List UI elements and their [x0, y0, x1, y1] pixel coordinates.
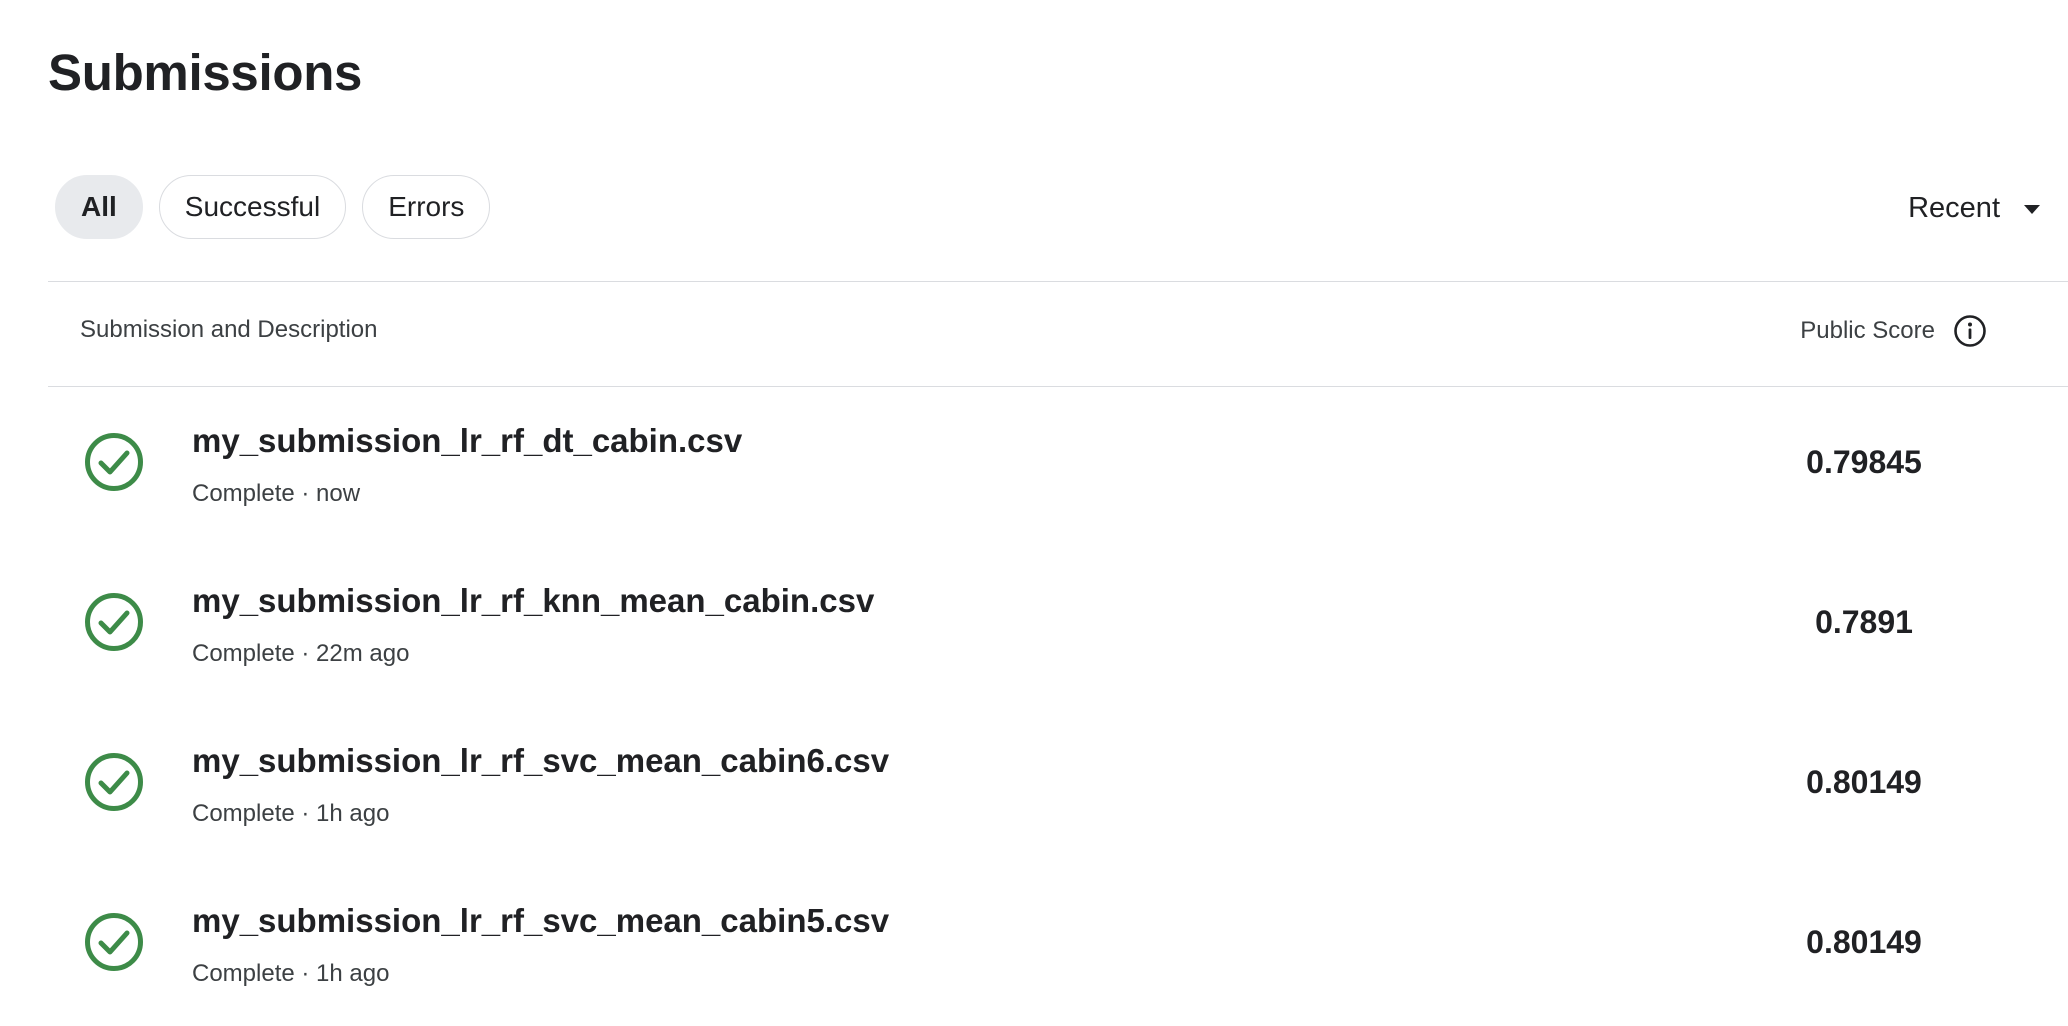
submission-meta: Complete · 1h ago	[192, 960, 390, 987]
info-icon[interactable]	[1953, 314, 1987, 348]
submission-meta: Complete · now	[192, 480, 361, 507]
column-header-score: Public Score	[1800, 314, 1987, 348]
check-circle-icon	[85, 433, 143, 491]
sort-dropdown[interactable]: Recent	[1908, 186, 2040, 230]
table-row: my_submission_lr_rf_knn_mean_cabin.csv C…	[48, 548, 2068, 708]
submission-meta: Complete · 22m ago	[192, 640, 410, 667]
filter-chips: All Successful Errors	[55, 175, 491, 239]
submission-file-link[interactable]: my_submission_lr_rf_dt_cabin.csv	[192, 422, 742, 460]
filter-errors-chip[interactable]: Errors	[362, 175, 491, 239]
column-header-score-label: Public Score	[1800, 317, 1935, 344]
table-row: my_submission_lr_rf_dt_cabin.csv Complet…	[48, 388, 2068, 548]
check-circle-icon	[85, 913, 143, 971]
check-circle-icon	[85, 753, 143, 811]
submission-file-link[interactable]: my_submission_lr_rf_svc_mean_cabin6.csv	[192, 742, 889, 780]
header-bottom-divider	[48, 386, 2068, 387]
submission-file-link[interactable]: my_submission_lr_rf_knn_mean_cabin.csv	[192, 582, 874, 620]
submissions-page: Submissions All Successful Errors Recent…	[0, 0, 2068, 1026]
public-score: 0.79845	[1806, 444, 1922, 480]
filter-all-chip[interactable]: All	[55, 175, 143, 239]
column-header-description: Submission and Description	[80, 316, 378, 343]
submission-meta: Complete · 1h ago	[192, 800, 390, 827]
table-row: my_submission_lr_rf_svc_mean_cabin5.csv …	[48, 868, 2068, 1026]
submission-file-link[interactable]: my_submission_lr_rf_svc_mean_cabin5.csv	[192, 902, 889, 940]
check-circle-icon	[85, 593, 143, 651]
public-score: 0.80149	[1806, 924, 1922, 960]
caret-down-icon	[2024, 204, 2040, 214]
table-header: Submission and Description Public Score	[48, 282, 2068, 384]
table-row: my_submission_lr_rf_svc_mean_cabin6.csv …	[48, 708, 2068, 868]
filter-successful-chip[interactable]: Successful	[158, 175, 347, 239]
submission-list: my_submission_lr_rf_dt_cabin.csv Complet…	[48, 388, 2068, 1026]
public-score: 0.7891	[1815, 604, 1913, 640]
sort-label: Recent	[1908, 191, 2000, 224]
page-title: Submissions	[48, 44, 363, 101]
public-score: 0.80149	[1806, 764, 1922, 800]
